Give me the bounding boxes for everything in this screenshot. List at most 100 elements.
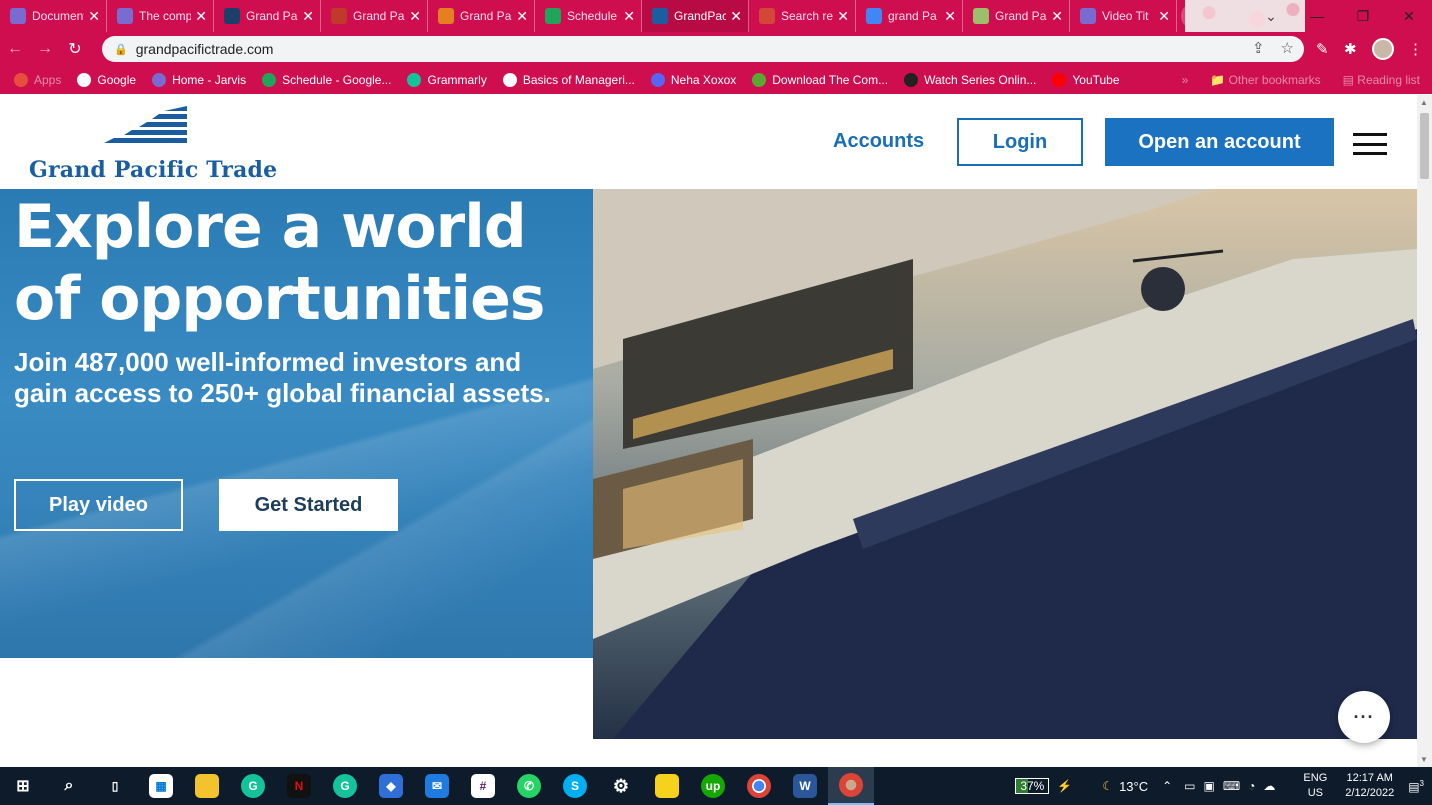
minimize-icon[interactable]: — — [1294, 0, 1340, 32]
battery-indicator[interactable]: 37% — [1015, 778, 1050, 794]
settings-gear-icon[interactable]: ⚙ — [598, 767, 644, 805]
play-video-button[interactable]: Play video — [14, 479, 183, 531]
browser-tab[interactable]: GrandPac ✕ — [642, 0, 749, 32]
bookmark-favicon-icon — [650, 73, 665, 87]
file-explorer-icon[interactable] — [184, 767, 230, 805]
browser-tab[interactable]: Grand Pa ✕ — [963, 0, 1070, 32]
maximize-icon[interactable]: ❐ — [1340, 0, 1386, 32]
tab-close-icon[interactable]: ✕ — [944, 8, 956, 25]
tab-favicon-icon — [117, 8, 133, 24]
reading-list-button[interactable]: ▤ Reading list — [1343, 73, 1420, 87]
scroll-down-icon[interactable]: ▼ — [1420, 755, 1428, 764]
mail-icon[interactable]: ✉ — [414, 767, 460, 805]
skype-icon[interactable]: S — [552, 767, 598, 805]
bookmark-item[interactable]: Home - Jarvis — [152, 73, 246, 87]
browser-tab[interactable]: Search re ✕ — [749, 0, 856, 32]
tab-title: Schedule — [567, 9, 618, 23]
url-text[interactable]: grandpacifictrade.com — [136, 41, 274, 57]
system-clock[interactable]: 12:17 AM 2/12/2022 — [1345, 771, 1394, 801]
back-icon[interactable]: ← — [0, 40, 30, 58]
tab-close-icon[interactable]: ✕ — [1158, 8, 1170, 25]
tab-favicon-icon — [438, 8, 454, 24]
tab-close-icon[interactable]: ✕ — [1051, 8, 1063, 25]
tray-chevron-icon[interactable]: ⌃ — [1162, 779, 1172, 793]
word-icon[interactable]: W — [782, 767, 828, 805]
whatsapp-icon[interactable]: ✆ — [506, 767, 552, 805]
forward-icon[interactable]: → — [30, 40, 60, 58]
scrollbar-thumb[interactable] — [1420, 113, 1429, 179]
windows-taskbar: ⊞ ⌕ ▯ ▦ G N G ◆ ✉ # ✆ S ⚙ up W 37% ⚡ ☾ 1… — [0, 767, 1432, 805]
browser-menu-icon[interactable]: ⋮ — [1408, 40, 1423, 58]
browser-tab[interactable]: Grand Pa ✕ — [214, 0, 321, 32]
tab-close-icon[interactable]: ✕ — [409, 8, 421, 25]
accounts-link[interactable]: Accounts — [833, 130, 924, 153]
slack-icon[interactable]: # — [460, 767, 506, 805]
notifications-icon[interactable]: ▤3 — [1408, 779, 1424, 794]
bookmarks-overflow-button[interactable]: » — [1182, 73, 1189, 87]
tab-close-icon[interactable]: ✕ — [302, 8, 314, 25]
get-started-button[interactable]: Get Started — [219, 479, 398, 531]
tab-favicon-icon — [973, 8, 989, 24]
scroll-up-icon[interactable]: ▲ — [1420, 98, 1428, 107]
task-view-icon[interactable]: ▯ — [92, 767, 138, 805]
browser-tab[interactable]: grand Pa ✕ — [856, 0, 963, 32]
reload-icon[interactable]: ↻ — [60, 39, 90, 59]
grammarly-icon[interactable]: G — [230, 767, 276, 805]
tab-close-icon[interactable]: ✕ — [516, 8, 528, 25]
browser-tab[interactable]: The comp ✕ — [107, 0, 214, 32]
bookmark-item[interactable]: Neha Xoxox — [650, 73, 736, 87]
upwork-icon[interactable]: up — [690, 767, 736, 805]
close-window-icon[interactable]: ✕ — [1386, 0, 1432, 32]
feather-extension-icon[interactable]: ✎ — [1316, 40, 1329, 58]
bookmark-item[interactable]: Google — [77, 73, 136, 87]
bookmark-item[interactable]: Watch Series Onlin... — [904, 73, 1036, 87]
bookmark-label: Download The Com... — [772, 73, 889, 87]
page-scrollbar[interactable]: ▲ ▼ — [1417, 95, 1432, 767]
tab-close-icon[interactable]: ✕ — [837, 8, 849, 25]
bookmark-item[interactable]: Apps — [14, 73, 61, 87]
weather-temp[interactable]: 13°C — [1119, 779, 1148, 794]
tab-search-icon[interactable]: ⌄ — [1248, 0, 1294, 32]
sticky-notes-icon[interactable] — [644, 767, 690, 805]
browser-tab[interactable]: Video Tit ✕ — [1070, 0, 1177, 32]
bookmark-item[interactable]: Grammarly — [407, 73, 487, 87]
search-icon[interactable]: ⌕ — [46, 767, 92, 805]
browser-tab[interactable]: Grand Pa ✕ — [321, 0, 428, 32]
lock-icon[interactable]: 🔒 — [114, 43, 128, 56]
chrome-icon[interactable] — [736, 767, 782, 805]
store-icon[interactable]: ▦ — [138, 767, 184, 805]
language-indicator[interactable]: ENG US — [1303, 771, 1327, 801]
login-button[interactable]: Login — [957, 118, 1083, 166]
bookmark-star-icon[interactable]: ☆ — [1281, 39, 1294, 57]
tab-close-icon[interactable]: ✕ — [195, 8, 207, 25]
browser-tab[interactable]: Schedule ✕ — [535, 0, 642, 32]
tab-favicon-icon — [10, 8, 26, 24]
browser-tab[interactable]: Document ✕ — [0, 0, 107, 32]
bookmark-item[interactable]: Basics of Manageri... — [502, 73, 635, 87]
address-bar[interactable]: 🔒 grandpacifictrade.com ⇪ ☆ — [102, 36, 1304, 62]
onedrive-icon[interactable]: ◆ — [368, 767, 414, 805]
weather-moon-icon[interactable]: ☾ — [1102, 779, 1113, 793]
site-logo[interactable]: Grand Pacific Trade — [29, 105, 279, 185]
netflix-icon[interactable]: N — [276, 767, 322, 805]
bookmark-favicon-icon — [407, 73, 422, 87]
tab-close-icon[interactable]: ✕ — [623, 8, 635, 25]
tab-close-icon[interactable]: ✕ — [730, 8, 742, 25]
share-icon[interactable]: ⇪ — [1252, 39, 1265, 57]
profile-avatar[interactable] — [1372, 38, 1394, 60]
tray-icons[interactable]: ▭▣⌨◔☁ — [1184, 779, 1283, 793]
other-bookmarks-folder[interactable]: 📁 Other bookmarks — [1210, 73, 1320, 87]
open-account-button[interactable]: Open an account — [1105, 118, 1334, 166]
chat-bubble-icon[interactable]: ··· — [1338, 691, 1390, 743]
bookmark-item[interactable]: YouTube — [1052, 73, 1120, 87]
bookmark-item[interactable]: Download The Com... — [752, 73, 888, 87]
tab-close-icon[interactable]: ✕ — [88, 8, 100, 25]
chrome-profile-icon[interactable] — [828, 767, 874, 805]
extensions-icon[interactable]: ✱ — [1344, 40, 1357, 58]
tab-favicon-icon — [545, 8, 561, 24]
hamburger-menu-icon[interactable] — [1353, 133, 1387, 155]
windows-start-icon[interactable]: ⊞ — [0, 767, 46, 805]
grammarly-app-icon[interactable]: G — [322, 767, 368, 805]
browser-tab[interactable]: Grand Pa ✕ — [428, 0, 535, 32]
bookmark-item[interactable]: Schedule - Google... — [262, 73, 391, 87]
